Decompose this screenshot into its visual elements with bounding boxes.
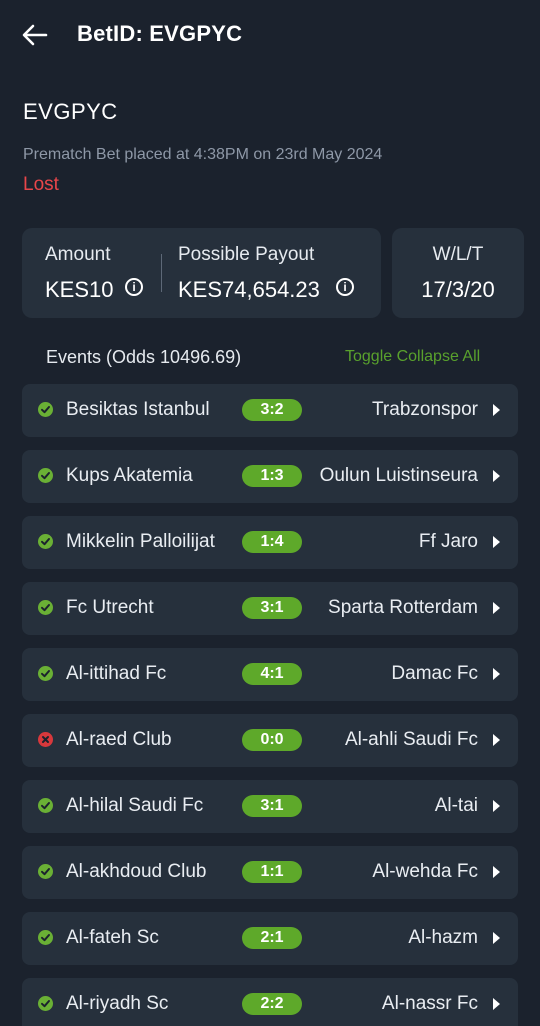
score-badge: 2:1: [242, 927, 302, 949]
home-team: Fc Utrecht: [66, 597, 154, 618]
chevron-right-icon: [493, 404, 500, 416]
away-team: Al-nassr Fc: [381, 993, 478, 1014]
score-badge: 3:2: [242, 399, 302, 421]
chevron-right-icon: [493, 602, 500, 614]
home-team: Al-akhdoud Club: [66, 861, 207, 882]
away-team: Sparta Rotterdam: [328, 597, 478, 618]
bet-status: Lost: [23, 174, 59, 195]
x-circle-icon: [38, 732, 53, 747]
chevron-right-icon: [493, 470, 500, 482]
away-team: Damac Fc: [391, 663, 478, 684]
away-team: Trabzonspor: [372, 399, 478, 420]
payout-label: Possible Payout: [178, 244, 315, 265]
check-circle-icon: [38, 930, 53, 945]
event-row[interactable]: Al-akhdoud Club 1:1 Al-wehda Fc: [22, 846, 518, 899]
arrow-left-icon: [22, 24, 48, 46]
score-badge: 1:4: [242, 531, 302, 553]
score-badge: 4:1: [242, 663, 302, 685]
amount-payout-card: Amount KES10 i Possible Payout KES74,654…: [22, 228, 381, 318]
home-team: Al-riyadh Sc: [66, 993, 169, 1014]
away-team: Al-ahli Saudi Fc: [344, 729, 478, 750]
bet-placed-info: Prematch Bet placed at 4:38PM on 23rd Ma…: [23, 146, 383, 163]
wlt-card: W/L/T 17/3/20: [392, 228, 524, 318]
chevron-right-icon: [493, 668, 500, 680]
home-team: Besiktas Istanbul: [66, 399, 210, 420]
check-circle-icon: [38, 996, 53, 1011]
check-circle-icon: [38, 600, 53, 615]
event-row[interactable]: Kups Akatemia 1:3 Oulun Luistinseura: [22, 450, 518, 503]
away-team: Al-tai: [434, 795, 478, 816]
check-circle-icon: [38, 468, 53, 483]
event-row[interactable]: Al-raed Club 0:0 Al-ahli Saudi Fc: [22, 714, 518, 767]
away-team: Al-hazm: [408, 927, 478, 948]
home-team: Al-fateh Sc: [66, 927, 159, 948]
event-row[interactable]: Mikkelin Palloilijat 1:4 Ff Jaro: [22, 516, 518, 569]
amount-label: Amount: [45, 244, 111, 265]
score-badge: 2:2: [242, 993, 302, 1015]
wlt-value: 17/3/20: [421, 277, 495, 302]
payout-value: KES74,654.23: [178, 277, 320, 302]
score-badge: 3:1: [242, 597, 302, 619]
away-team: Ff Jaro: [418, 531, 478, 552]
toggle-collapse-all-link[interactable]: Toggle Collapse All: [345, 348, 480, 366]
chevron-right-icon: [493, 800, 500, 812]
back-button[interactable]: [18, 18, 52, 52]
top-bar: BetID: EVGPYC: [0, 0, 540, 70]
chevron-right-icon: [493, 866, 500, 878]
page-title: BetID: EVGPYC: [77, 21, 243, 46]
chevron-right-icon: [493, 536, 500, 548]
check-circle-icon: [38, 798, 53, 813]
summary-divider: [161, 254, 162, 292]
event-row[interactable]: Al-riyadh Sc 2:2 Al-nassr Fc: [22, 978, 518, 1026]
chevron-right-icon: [493, 734, 500, 746]
event-row[interactable]: Al-fateh Sc 2:1 Al-hazm: [22, 912, 518, 965]
home-team: Al-hilal Saudi Fc: [66, 795, 204, 816]
chevron-right-icon: [493, 998, 500, 1010]
home-team: Kups Akatemia: [66, 465, 193, 486]
amount-info-icon[interactable]: i: [125, 278, 143, 296]
bet-code: EVGPYC: [23, 99, 118, 124]
check-circle-icon: [38, 402, 53, 417]
score-badge: 1:3: [242, 465, 302, 487]
check-circle-icon: [38, 534, 53, 549]
away-team: Al-wehda Fc: [372, 861, 478, 882]
score-badge: 1:1: [242, 861, 302, 883]
home-team: Al-ittihad Fc: [66, 663, 167, 684]
away-team: Oulun Luistinseura: [319, 465, 478, 486]
score-badge: 3:1: [242, 795, 302, 817]
home-team: Mikkelin Palloilijat: [66, 531, 215, 552]
events-header: Events (Odds 10496.69): [46, 347, 242, 367]
event-row[interactable]: Besiktas Istanbul 3:2 Trabzonspor: [22, 384, 518, 437]
check-circle-icon: [38, 666, 53, 681]
score-badge: 0:0: [242, 729, 302, 751]
event-row[interactable]: Al-ittihad Fc 4:1 Damac Fc: [22, 648, 518, 701]
event-row[interactable]: Al-hilal Saudi Fc 3:1 Al-tai: [22, 780, 518, 833]
chevron-right-icon: [493, 932, 500, 944]
event-row[interactable]: Fc Utrecht 3:1 Sparta Rotterdam: [22, 582, 518, 635]
wlt-label: W/L/T: [432, 244, 484, 265]
home-team: Al-raed Club: [66, 729, 172, 750]
check-circle-icon: [38, 864, 53, 879]
amount-value: KES10: [45, 277, 114, 302]
payout-info-icon[interactable]: i: [336, 278, 354, 296]
